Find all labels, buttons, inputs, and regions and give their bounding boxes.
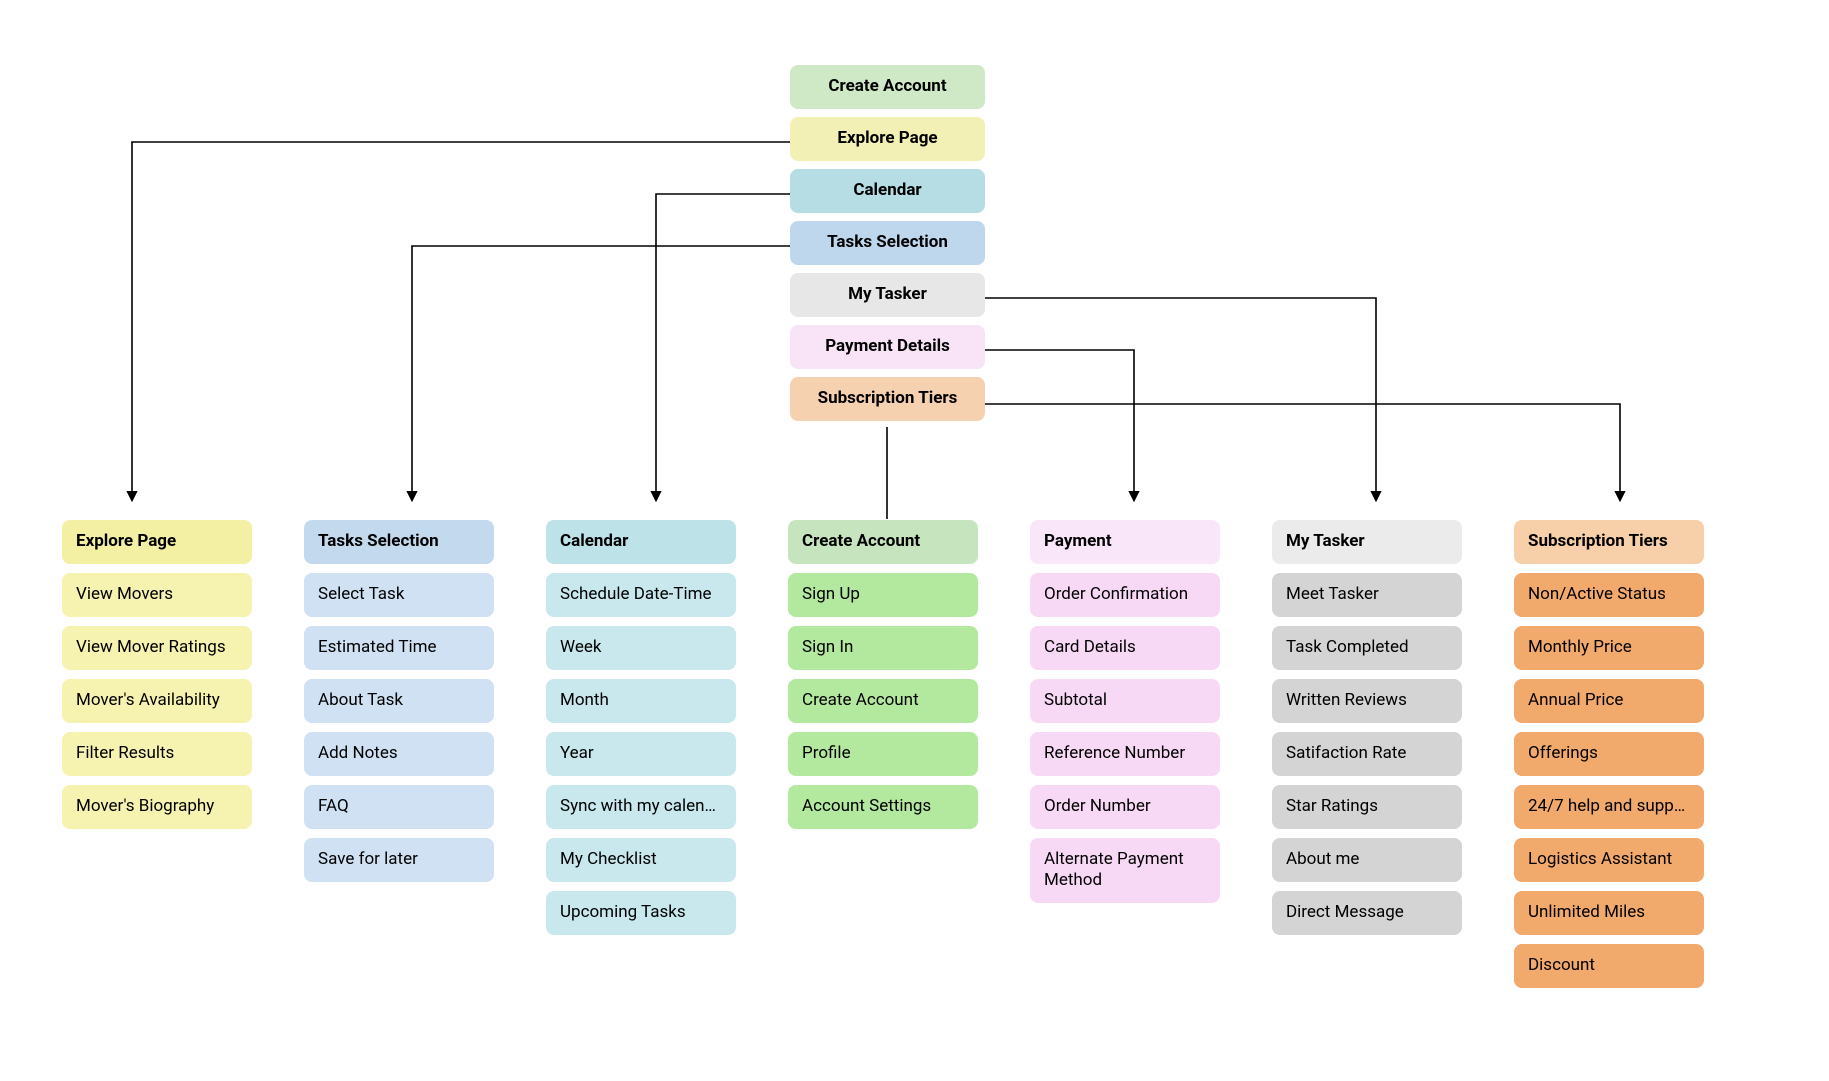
column-item: Logistics Assistant xyxy=(1514,838,1704,882)
column-header: My Tasker xyxy=(1272,520,1462,564)
sitemap-diagram: Create Account Explore Page Calendar Tasks … xyxy=(0,0,1829,1081)
column-item: View Movers xyxy=(62,573,252,617)
column-header: Create Account xyxy=(788,520,978,564)
column-item: Annual Price xyxy=(1514,679,1704,723)
column-item: Non/Active Status xyxy=(1514,573,1704,617)
column-item: Order Confirmation xyxy=(1030,573,1220,617)
column-item: Filter Results xyxy=(62,732,252,776)
column-item: View Mover Ratings xyxy=(62,626,252,670)
column-item: Mover's Availability xyxy=(62,679,252,723)
top-node: Create Account xyxy=(790,65,985,109)
column-item: Schedule Date-Time xyxy=(546,573,736,617)
column-item: Unlimited Miles xyxy=(1514,891,1704,935)
column-item: Meet Tasker xyxy=(1272,573,1462,617)
column-item: Reference Number xyxy=(1030,732,1220,776)
column-item: Select Task xyxy=(304,573,494,617)
column-item: Sync with my calendar xyxy=(546,785,736,829)
column-item: Card Details xyxy=(1030,626,1220,670)
column-item: Written Reviews xyxy=(1272,679,1462,723)
column-item: Star Ratings xyxy=(1272,785,1462,829)
column-item: Task Completed xyxy=(1272,626,1462,670)
top-node: Calendar xyxy=(790,169,985,213)
column-item: Monthly Price xyxy=(1514,626,1704,670)
column-item: Create Account xyxy=(788,679,978,723)
top-node: Payment Details xyxy=(790,325,985,369)
column-item: Satifaction Rate xyxy=(1272,732,1462,776)
column-item: Week xyxy=(546,626,736,670)
column-item: Save for later xyxy=(304,838,494,882)
column-header: Subscription Tiers xyxy=(1514,520,1704,564)
top-node: My Tasker xyxy=(790,273,985,317)
column-item: Sign Up xyxy=(788,573,978,617)
top-node: Tasks Selection xyxy=(790,221,985,265)
column-item: Profile xyxy=(788,732,978,776)
column-item: Upcoming Tasks xyxy=(546,891,736,935)
column-item: My Checklist xyxy=(546,838,736,882)
column-item: Sign In xyxy=(788,626,978,670)
column-item: Discount xyxy=(1514,944,1704,988)
column-item: Subtotal xyxy=(1030,679,1220,723)
top-node: Explore Page xyxy=(790,117,985,161)
column-item: About me xyxy=(1272,838,1462,882)
column-item: Year xyxy=(546,732,736,776)
column-item: Alternate Payment Method xyxy=(1030,838,1220,903)
column-item: Account Settings xyxy=(788,785,978,829)
column-item: Month xyxy=(546,679,736,723)
column-item: Direct Message xyxy=(1272,891,1462,935)
column-item: Estimated Time xyxy=(304,626,494,670)
column-header: Calendar xyxy=(546,520,736,564)
column-item: Add Notes xyxy=(304,732,494,776)
top-node: Subscription Tiers xyxy=(790,377,985,421)
column-header: Payment xyxy=(1030,520,1220,564)
column-item: Mover's Biography xyxy=(62,785,252,829)
column-item: About Task xyxy=(304,679,494,723)
column-item: Order Number xyxy=(1030,785,1220,829)
column-header: Explore Page xyxy=(62,520,252,564)
column-item: Offerings xyxy=(1514,732,1704,776)
column-item: FAQ xyxy=(304,785,494,829)
column-header: Tasks Selection xyxy=(304,520,494,564)
column-item: 24/7 help and support xyxy=(1514,785,1704,829)
